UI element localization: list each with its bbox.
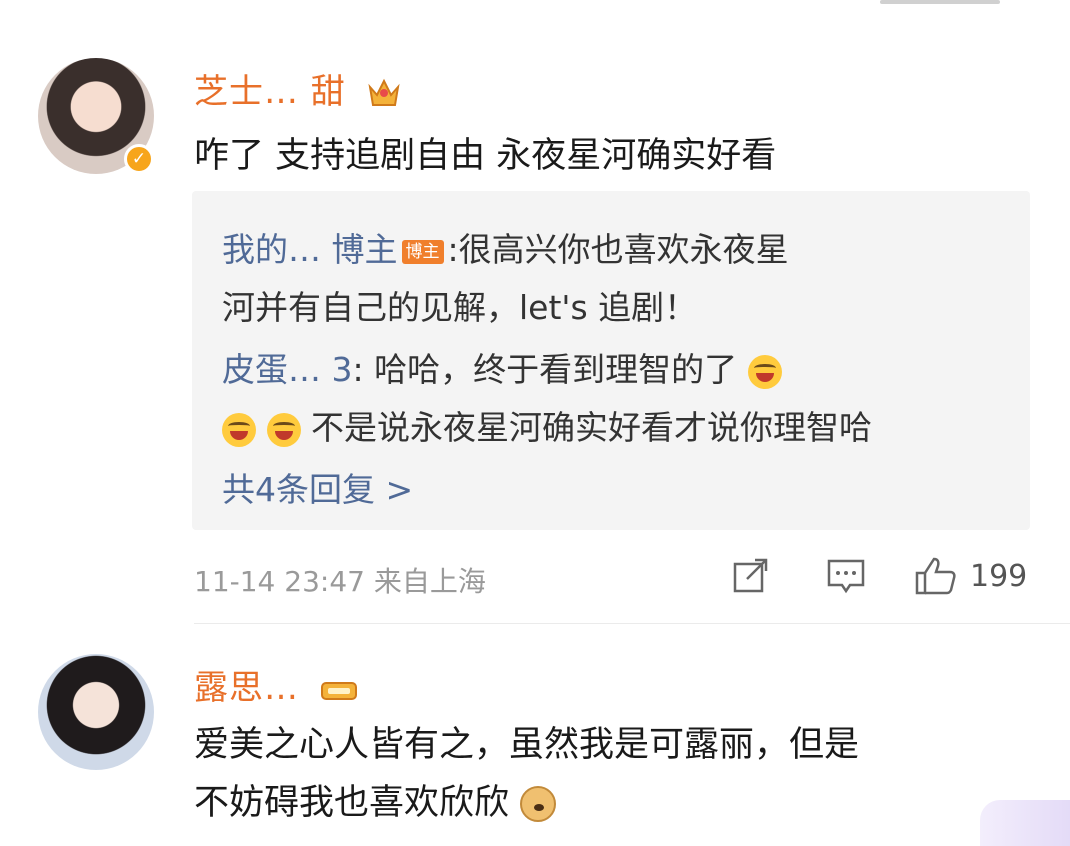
comment-text-line-2: 不妨碍我也喜欢欣欣: [194, 774, 557, 825]
thumb-up-icon: [915, 557, 956, 595]
laughing-emoji-icon: [222, 412, 256, 447]
reply-username[interactable]: 我的… 博主: [222, 230, 398, 269]
reply-2-line-2: 不是说永夜星河确实好看才说你理智哈: [222, 401, 872, 449]
divider: [194, 623, 1070, 624]
reply-text: :很高兴你也喜欢永夜星: [447, 230, 789, 269]
comment-button[interactable]: [826, 556, 866, 596]
comment-icon: [827, 559, 865, 594]
time-location: 11-14 23:47 来自上海: [194, 565, 486, 598]
like-count: 199: [970, 558, 1028, 594]
more-replies-link[interactable]: 共4条回复 >: [222, 463, 413, 511]
share-button[interactable]: [732, 556, 770, 596]
comment-text-part: 不妨碍我也喜欢欣欣: [194, 783, 510, 823]
username-text[interactable]: 露思…: [194, 668, 299, 708]
decorative-banner: [980, 800, 1070, 846]
reply-username[interactable]: 皮蛋… 3: [222, 350, 353, 389]
comment-text-line-1: 爱美之心人皆有之，虽然我是可露丽，但是: [194, 725, 860, 765]
comment-text: 咋了 支持追剧自由 永夜星河确实好看: [194, 136, 777, 176]
reply-box[interactable]: 我的… 博主 博主:很高兴你也喜欢永夜星 河并有自己的见解，let's 追剧！ 皮…: [192, 191, 1030, 530]
reply-1-line-1: 我的… 博主 博主:很高兴你也喜欢永夜星: [222, 223, 789, 271]
reply-1-line-2: 河并有自己的见解，let's 追剧！: [222, 288, 698, 327]
top-edge-fragment: [880, 0, 1000, 4]
laughing-emoji-icon: [266, 412, 301, 447]
avatar[interactable]: [38, 654, 154, 770]
share-icon: [733, 558, 768, 593]
comment-username[interactable]: 芝士… 甜: [194, 64, 402, 113]
crown-badge-icon: [368, 78, 400, 106]
blogger-tag: 博主: [401, 239, 444, 264]
verified-icon: ✓: [124, 144, 154, 174]
reply-text: : 哈哈，终于看到理智的了: [352, 350, 738, 389]
reply-text: 不是说永夜星河确实好看才说你理智哈: [311, 408, 872, 447]
laughing-emoji-icon: [747, 354, 782, 389]
reply-2-line-1: 皮蛋… 3: 哈哈，终于看到理智的了: [222, 343, 782, 391]
username-text[interactable]: 芝士… 甜: [194, 72, 346, 112]
doge-emoji-icon: [520, 786, 557, 822]
comment-username[interactable]: 露思…: [194, 660, 359, 709]
level-badge-icon: [320, 681, 357, 700]
like-button[interactable]: 199: [914, 556, 1027, 596]
